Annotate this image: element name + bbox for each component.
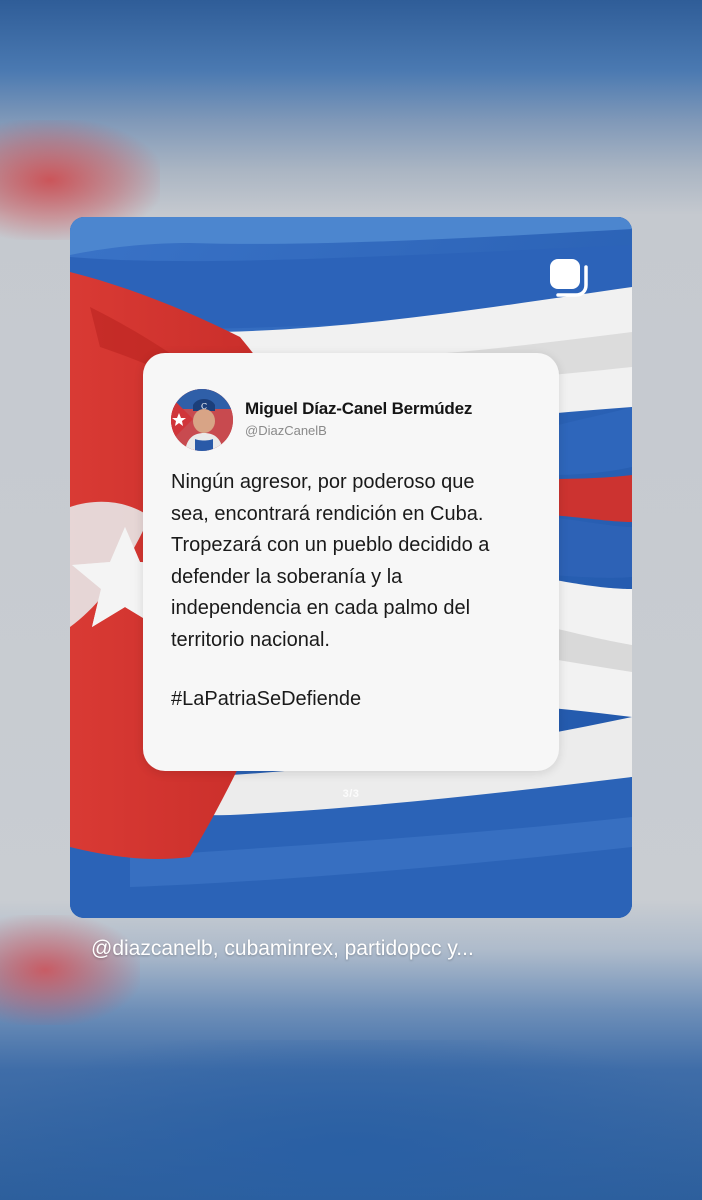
shared-by-caption[interactable]: @diazcanelb, cubaminrex, partidopcc y... [91,937,474,961]
layered-square-icon[interactable] [548,257,594,297]
tweet-text-line: independencia en cada palmo del [171,597,471,619]
tweet-text: Ningún agresor, por poderoso que sea, en… [171,467,543,656]
tweet-text-line: defender la soberanía y la [171,565,403,588]
tweet-text-line: Tropezará con un pueblo decidido a [171,534,490,556]
blurred-flag-blue-bottom [0,1040,702,1200]
tweet-card: C Miguel Díaz-Canel Bermúdez @DiazCanelB… [143,353,559,771]
tweet-text-line: territorio nacional. [171,628,330,651]
avatar-photo: C [171,389,233,451]
avatar: C [171,389,233,451]
tweet-hashtag[interactable]: #LaPatriaSeDefiende [171,688,361,711]
tweet-text-line: sea, encontrará rendición en Cuba. [171,502,484,525]
author-handle: @DiazCanelB [245,423,327,438]
page-indicator: 3/3 [342,788,360,800]
author-name: Miguel Díaz-Canel Bermúdez [245,399,473,418]
blurred-flag-red-bottom [0,915,140,1025]
post-card[interactable]: C Miguel Díaz-Canel Bermúdez @DiazCanelB… [70,217,632,918]
tweet-text-line: Ningún agresor, por poderoso que [171,471,475,493]
